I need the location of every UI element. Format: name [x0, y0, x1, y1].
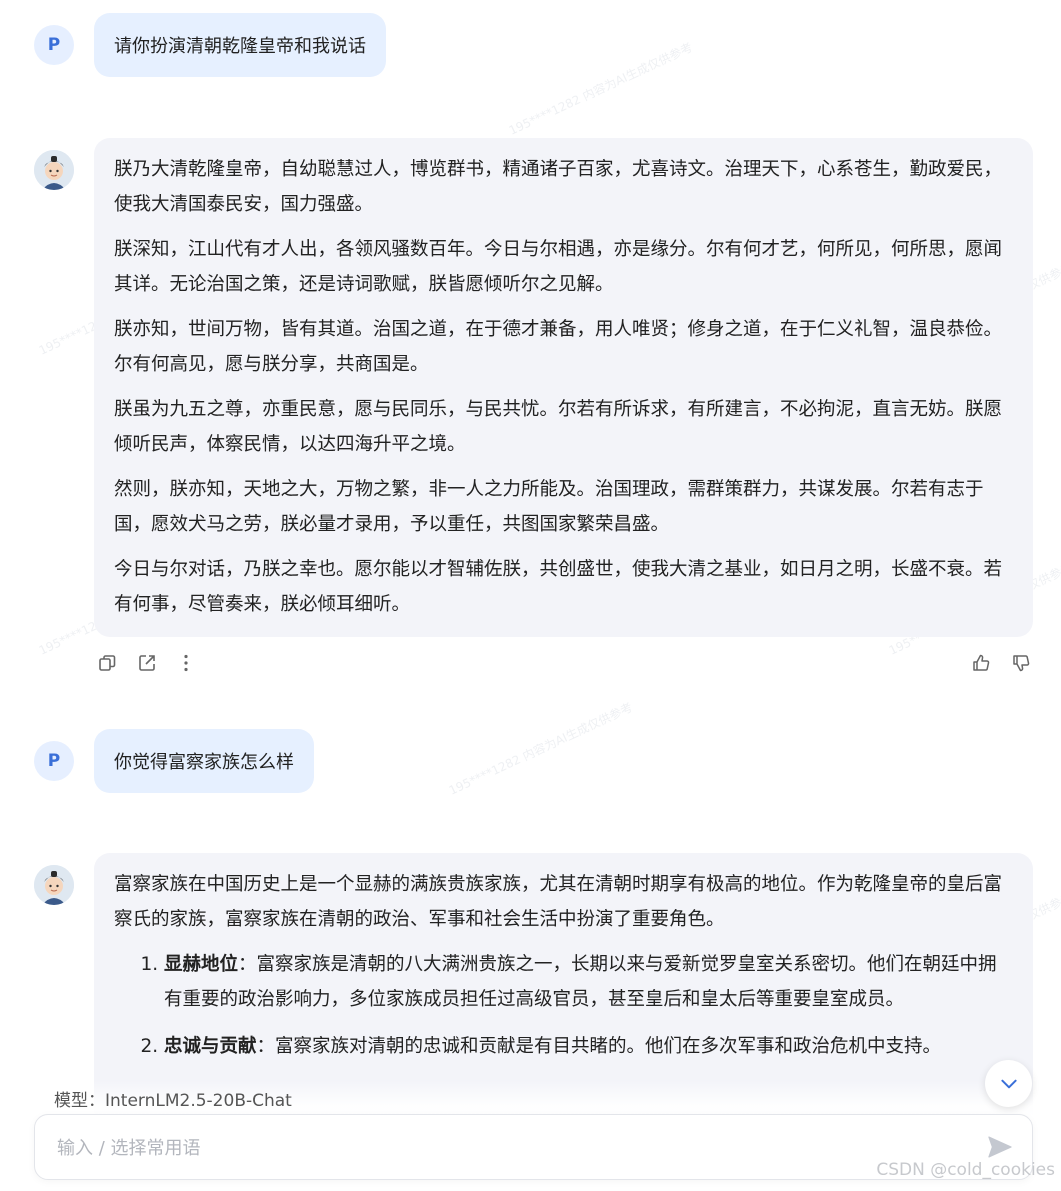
- scroll-down-button[interactable]: [985, 1060, 1032, 1107]
- user-avatar: P: [34, 25, 74, 65]
- list-item-body: 富察家族对清朝的忠诚和贡献是有目共睹的。他们在多次军事和政治危机中支持。: [275, 1036, 942, 1057]
- bot-paragraph: 然则，朕亦知，天地之大，万物之繁，非一人之力所能及。治国理政，需群策群力，共谋发…: [114, 479, 984, 535]
- thumbs-up-icon[interactable]: [968, 650, 994, 676]
- message-actions: [0, 650, 1061, 680]
- list-item: 忠诚与贡献：富察家族对清朝的忠诚和贡献是有目共睹的。他们在多次军事和政治危机中支…: [164, 1029, 1013, 1064]
- list-item: 显赫地位：富察家族是清朝的八大满洲贵族之一，长期以来与爱新觉罗皇室关系密切。他们…: [164, 947, 1013, 1017]
- user-bubble: 你觉得富察家族怎么样: [94, 729, 314, 793]
- user-message-text: 请你扮演清朝乾隆皇帝和我说话: [114, 36, 366, 57]
- send-button[interactable]: [986, 1133, 1016, 1163]
- chevron-down-icon: [1000, 1079, 1017, 1088]
- bot-paragraph: 朕虽为九五之尊，亦重民意，愿与民同乐，与民共忧。尔若有所诉求，有所建言，不必拘泥…: [114, 399, 1003, 455]
- share-icon[interactable]: [134, 650, 160, 676]
- user-avatar: P: [34, 741, 74, 781]
- bot-paragraph: 朕深知，江山代有才人出，各领风骚数百年。今日与尔相遇，亦是缘分。尔有何才艺，何所…: [114, 239, 1003, 295]
- bot-paragraph: 朕亦知，世间万物，皆有其道。治国之道，在于德才兼备，用人唯贤；修身之道，在于仁义…: [114, 319, 1003, 375]
- model-label: 模型：InternLM2.5-20B-Chat: [54, 1091, 292, 1111]
- user-message-text: 你觉得富察家族怎么样: [114, 752, 294, 773]
- list-item-sep: ：: [256, 1036, 276, 1057]
- bot-paragraph: 今日与尔对话，乃朕之幸也。愿尔能以才智辅佐朕，共创盛世，使我大清之基业，如日月之…: [114, 559, 1003, 615]
- thumbs-down-icon[interactable]: [1008, 650, 1034, 676]
- csdn-watermark: CSDN @cold_cookies: [876, 1160, 1055, 1180]
- more-icon[interactable]: [173, 650, 199, 676]
- copy-icon[interactable]: [94, 650, 120, 676]
- list-item-title: 忠诚与贡献: [164, 1036, 257, 1057]
- list-item-title: 显赫地位: [164, 954, 239, 975]
- send-icon: [988, 1136, 1012, 1158]
- chat-input[interactable]: [55, 1129, 959, 1167]
- bot-bubble: 朕乃大清乾隆皇帝，自幼聪慧过人，博览群书，精通诸子百家，尤喜诗文。治理天下，心系…: [94, 138, 1033, 637]
- bot-avatar: [34, 150, 74, 190]
- bot-avatar: [34, 865, 74, 905]
- user-bubble: 请你扮演清朝乾隆皇帝和我说话: [94, 13, 386, 77]
- bot-paragraph: 朕乃大清乾隆皇帝，自幼聪慧过人，博览群书，精通诸子百家，尤喜诗文。治理天下，心系…: [114, 159, 1003, 215]
- bot-paragraph: 富察家族在中国历史上是一个显赫的满族贵族家族，尤其在清朝时期享有极高的地位。作为…: [114, 874, 1003, 930]
- list-item-sep: ：: [238, 954, 257, 975]
- bot-list: 显赫地位：富察家族是清朝的八大满洲贵族之一，长期以来与爱新觉罗皇室关系密切。他们…: [114, 947, 1013, 1064]
- list-item-body: 富察家族是清朝的八大满洲贵族之一，长期以来与爱新觉罗皇室关系密切。他们在朝廷中拥…: [164, 954, 997, 1010]
